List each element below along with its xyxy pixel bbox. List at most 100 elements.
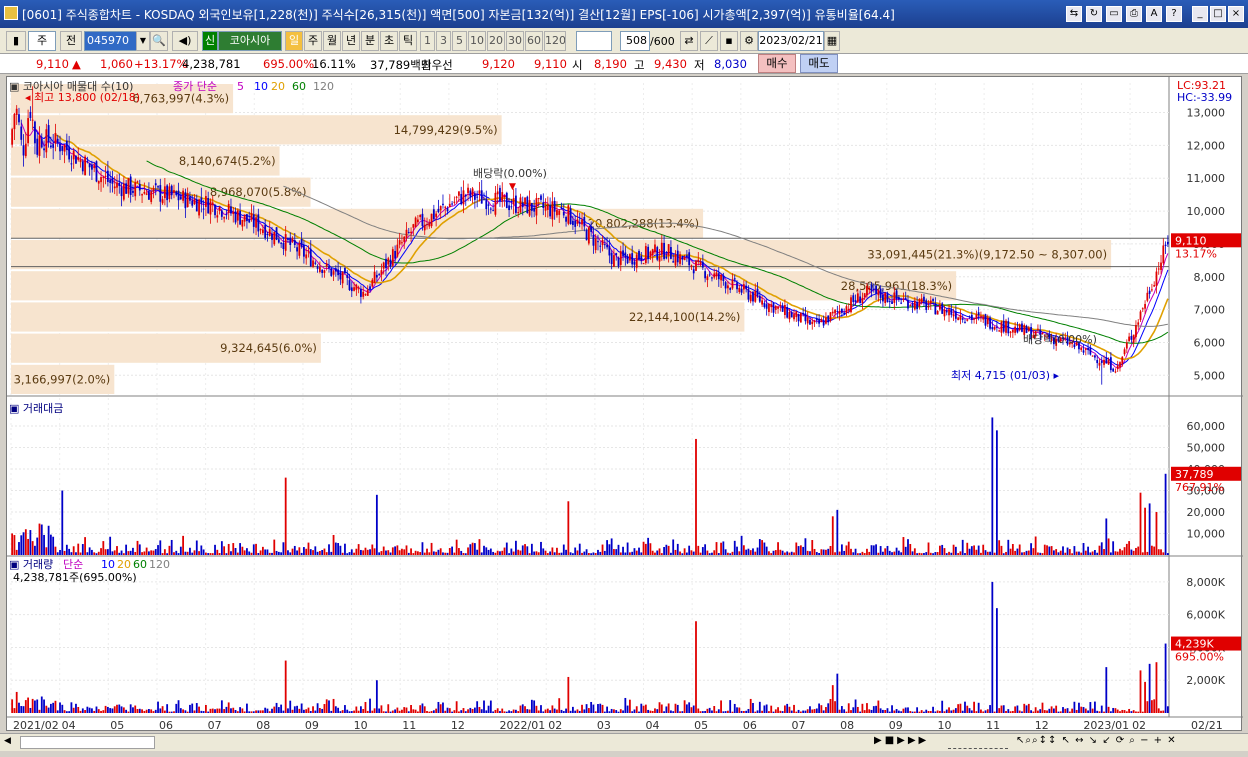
amount-bar [799,545,802,555]
candle-body [389,259,392,267]
prev-button[interactable]: 전 [60,31,82,51]
search-icon[interactable]: 🔍 [150,31,168,51]
interval-30[interactable]: 30 [506,31,524,51]
volume-bar [505,711,508,713]
chevron-down-icon[interactable]: ▼ [136,31,150,51]
amount-bar [640,552,643,555]
amount-bar [1002,553,1005,555]
chart-canvas[interactable]: 3,166,997(2.0%)9,324,645(6.0%)22,144,100… [7,77,1243,732]
buy-button[interactable]: 매수 [758,54,796,73]
interval-120[interactable]: 120 [544,31,566,51]
credit-badge: 신 [202,31,218,51]
link-icon[interactable]: ⇆ [1066,6,1082,22]
candle-body [822,321,825,326]
interval-10[interactable]: 10 [468,31,486,51]
interval-60[interactable]: 60 [525,31,543,51]
amount-bar [954,546,957,555]
period-tab-1[interactable]: 주 [304,31,322,51]
window-title: [0601] 주식종합차트 - KOSDAQ 외국인보유[1,228(천)] 주… [22,8,895,22]
x-tick-label: 06 [159,719,173,732]
x-tick-label: 05 [110,719,124,732]
refresh-icon[interactable]: ↻ [1086,6,1102,22]
candle-body [20,126,23,140]
period-tab-2[interactable]: 월 [323,31,341,51]
period-tab-5[interactable]: 초 [380,31,398,51]
candle-body [243,214,246,222]
candle-body [667,244,670,256]
maximize-icon[interactable]: □ [1210,6,1226,22]
volume-bar [1094,701,1096,713]
amount-bar [458,548,460,555]
date-input[interactable]: 2023/02/21 [758,31,824,51]
volume-bar [1062,707,1064,713]
interval-input[interactable] [576,31,612,51]
amount-bar [968,548,971,555]
zoom-slider[interactable] [948,735,1008,749]
print-icon[interactable]: ⎙ [1126,6,1142,22]
volume-bar [948,707,950,713]
period-tab-0[interactable]: 일 [285,31,303,51]
amount-bar [296,550,298,555]
amount-bar [239,543,241,555]
playback-controls[interactable]: ▶■▶▶▶ [874,735,929,746]
candle-body [907,300,909,309]
help-icon[interactable]: ? [1166,6,1182,22]
close-icon[interactable]: × [1228,6,1244,22]
candle-body [879,288,882,298]
chart-area[interactable]: 3,166,997(2.0%) 9,324,645(6.0%) 22,144,100… [6,76,1243,732]
amount-bar [594,553,597,555]
volume-bar [1084,708,1087,713]
period-tab-3[interactable]: 년 [342,31,360,51]
volume-bar [312,706,314,713]
scroll-left-icon[interactable]: ◀ [4,736,16,749]
amount-bar [749,550,752,555]
amount-bar [831,516,834,555]
scroll-thumb[interactable] [20,736,155,749]
candle-body [729,287,732,290]
zoom-controls[interactable]: ↖⌕⌕↕↕ ↖ ↔ ↘ ↙ ⟳ ⌕ − + ✕ [1016,735,1177,746]
save-icon[interactable]: ▪ [720,31,738,51]
amount-bar [1157,549,1160,555]
font-icon[interactable]: A [1146,6,1162,22]
volume-bar [346,709,349,713]
settings-icon[interactable]: ⚙ [740,31,758,51]
chart-tool-icon[interactable]: ⟋ [700,31,718,51]
volume-bar [49,703,52,713]
interval-5[interactable]: 5 [452,31,467,51]
horizontal-scrollbar[interactable]: ◀ ▶■▶▶▶ ↖⌕⌕↕↕ ↖ ↔ ↘ ↙ ⟳ ⌕ − + ✕ [0,733,1248,751]
count-input[interactable]: 508 [620,31,650,51]
amount-bar [998,540,1001,555]
candle-body [501,192,504,202]
candle-body [856,293,859,303]
amount-bar [904,546,907,555]
interval-20[interactable]: 20 [487,31,505,51]
period-tab-4[interactable]: 분 [361,31,379,51]
interval-3[interactable]: 3 [436,31,451,51]
interval-1[interactable]: 1 [420,31,435,51]
amount-bar [1151,545,1153,555]
candle-body [923,296,925,302]
candle-body [886,293,889,303]
amount-bar [811,540,814,555]
volume-bar [540,705,542,713]
period-tab-6[interactable]: 틱 [399,31,417,51]
amount-bar [644,543,647,555]
amount-bar [389,552,392,555]
type-select[interactable]: 주 [28,31,56,51]
window-icon[interactable]: ▭ [1106,6,1122,22]
volume-profile-label: 3,166,997(2.0%) [14,372,111,386]
volume-bar [1052,708,1055,713]
volume-bar [597,704,599,713]
volume-bar [642,705,645,713]
sound-icon[interactable]: ◀) [172,31,198,51]
volume-bar [355,706,358,713]
volume-bar [451,711,453,713]
tool-icon[interactable]: ⇄ [680,31,698,51]
minimize-icon[interactable]: _ [1192,6,1208,22]
sell-button[interactable]: 매도 [800,54,838,73]
candle-body [369,286,371,290]
calendar-icon[interactable]: ▦ [824,31,840,51]
chart-type-icon[interactable]: ▮ [6,31,26,51]
candle-body [1112,368,1115,372]
volume-bar [287,708,289,713]
